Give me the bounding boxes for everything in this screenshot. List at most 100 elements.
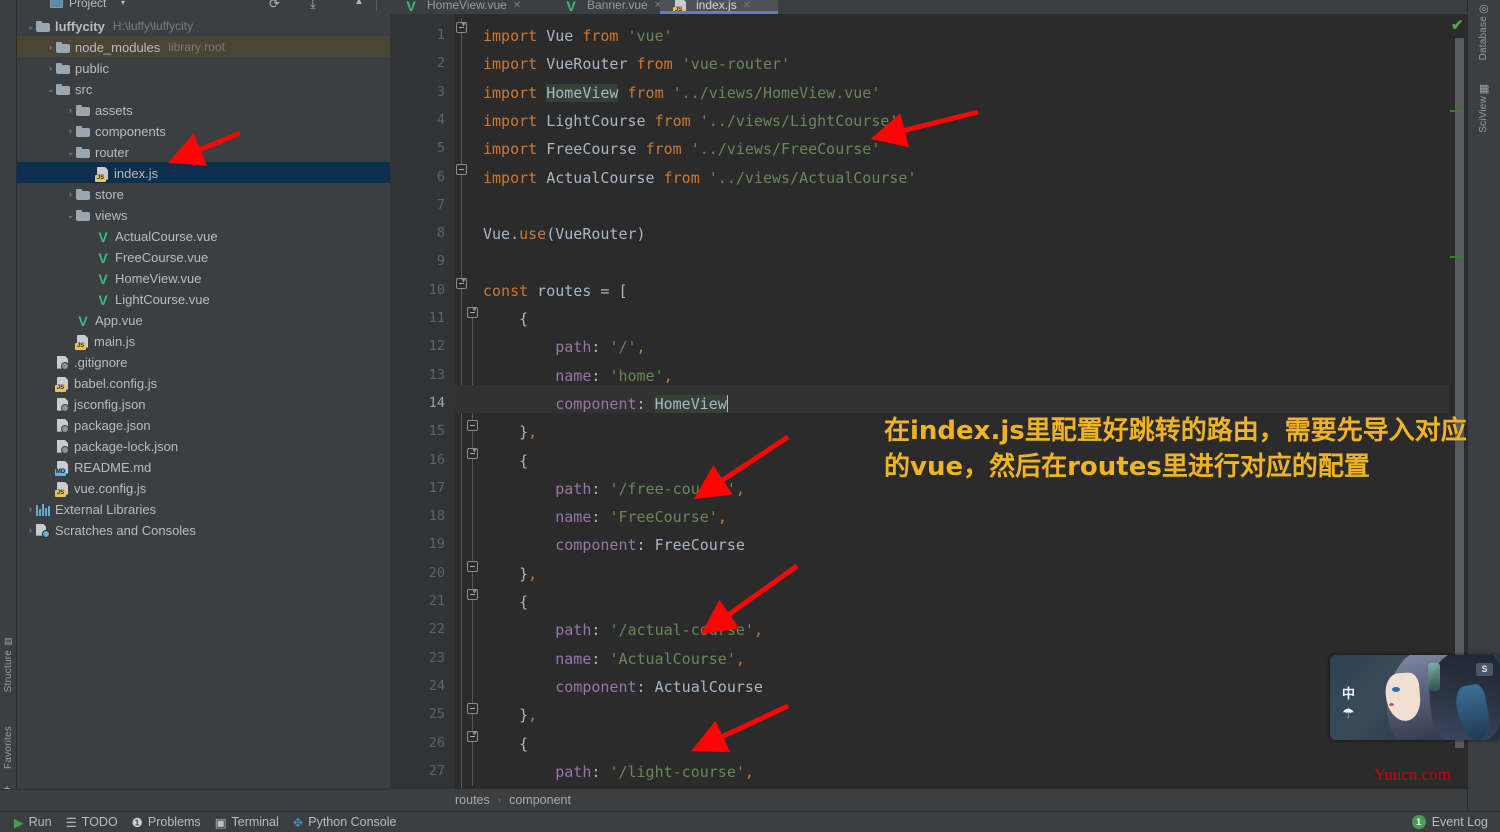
fold-collapse-icon[interactable] — [467, 307, 478, 318]
status-item-run[interactable]: ▶ Run — [14, 815, 52, 830]
fold-end-icon[interactable] — [467, 420, 478, 431]
tree-node-babel-config-js[interactable]: ·JSbabel.config.js — [17, 372, 390, 393]
tree-node-homeview-vue[interactable]: ·VHomeView.vue — [17, 267, 390, 288]
event-log-label[interactable]: Event Log — [1432, 815, 1488, 829]
code-line[interactable]: path: '/', — [483, 333, 646, 361]
chevron-right-icon[interactable]: › — [25, 499, 36, 520]
collapse-all-icon[interactable]: ⟳ — [269, 0, 280, 12]
tree-node-router[interactable]: ⌄router — [17, 141, 390, 162]
breadcrumb-item-routes[interactable]: routes — [455, 793, 490, 807]
tree-node-public[interactable]: ›public — [17, 57, 390, 78]
code-line[interactable]: name: 'home', — [483, 362, 673, 390]
tool-button-sciview[interactable]: SciView — [1478, 96, 1489, 133]
close-icon[interactable]: ✕ — [743, 0, 751, 11]
scroll-from-source-icon[interactable]: ▲ — [354, 0, 364, 7]
tree-node-jsconfig-json[interactable]: ·jsconfig.json — [17, 393, 390, 414]
fold-end-icon[interactable] — [456, 164, 467, 175]
code-line[interactable]: { — [483, 730, 528, 758]
code-line[interactable]: import Vue from 'vue' — [483, 22, 673, 50]
tree-node-actualcourse-vue[interactable]: ·VActualCourse.vue — [17, 225, 390, 246]
code-line[interactable]: path: '/light-course', — [483, 758, 754, 786]
tree-node-package-json[interactable]: ·package.json — [17, 414, 390, 435]
chevron-down-icon[interactable]: ⌄ — [65, 205, 76, 226]
code-line[interactable]: import HomeView from '../views/HomeView.… — [483, 79, 880, 107]
fold-end-icon[interactable] — [467, 703, 478, 714]
code-line[interactable]: path: '/free-course', — [483, 475, 745, 503]
tree-node-freecourse-vue[interactable]: ·VFreeCourse.vue — [17, 246, 390, 267]
tree-node-scratches-and-consoles[interactable]: ›Scratches and Consoles — [17, 519, 390, 540]
chevron-right-icon[interactable]: › — [45, 37, 56, 58]
code-text[interactable]: import Vue from 'vue'import VueRouter fr… — [483, 14, 1467, 789]
project-tree[interactable]: ⌄luffycityH:\luffy\luffycity›node_module… — [17, 15, 390, 540]
status-item-problems[interactable]: ❶ Problems — [132, 815, 201, 830]
tool-button-favorites[interactable]: Favorites — [3, 726, 14, 769]
status-item-terminal[interactable]: ▣ Terminal — [215, 815, 279, 830]
fold-collapse-icon[interactable] — [456, 22, 467, 33]
code-line[interactable]: }, — [483, 418, 537, 446]
tree-node-views[interactable]: ⌄views — [17, 204, 390, 225]
tree-node-vue-config-js[interactable]: ·JSvue.config.js — [17, 477, 390, 498]
code-line[interactable]: import VueRouter from 'vue-router' — [483, 50, 790, 78]
chevron-right-icon[interactable]: › — [65, 100, 76, 121]
code-line[interactable]: { — [483, 447, 528, 475]
code-line[interactable]: { — [483, 588, 528, 616]
tree-node-node-modules[interactable]: ›node_moduleslibrary root — [17, 36, 390, 57]
code-line[interactable]: component: FreeCourse — [483, 531, 745, 559]
tool-button-database[interactable]: Database — [1478, 16, 1489, 60]
ime-mouse-icon[interactable]: ☂ — [1342, 705, 1355, 722]
fold-collapse-icon[interactable] — [467, 589, 478, 600]
close-icon[interactable]: ✕ — [513, 0, 521, 11]
editor-tab-homeview-vue[interactable]: VHomeView.vue✕ — [390, 0, 550, 14]
breadcrumb-item-component[interactable]: component — [509, 793, 571, 807]
editor-scrollbar-thumb[interactable] — [1455, 38, 1464, 748]
fold-collapse-icon[interactable] — [467, 448, 478, 459]
tree-node-external-libraries[interactable]: ›External Libraries — [17, 498, 390, 519]
code-line[interactable]: component: HomeView — [483, 390, 728, 418]
chevron-right-icon[interactable]: › — [45, 58, 56, 79]
tree-node-lightcourse-vue[interactable]: ·VLightCourse.vue — [17, 288, 390, 309]
tree-node-main-js[interactable]: ·JSmain.js — [17, 330, 390, 351]
chevron-right-icon[interactable]: › — [25, 520, 36, 541]
ime-floating-widget[interactable]: S 中 ☂ — [1330, 655, 1500, 740]
chevron-down-icon[interactable]: ▾ — [121, 0, 125, 7]
code-line[interactable]: component: ActualCourse — [483, 673, 763, 701]
status-item-python-console[interactable]: ✥ Python Console — [293, 815, 397, 830]
chevron-down-icon[interactable]: ⌄ — [65, 142, 76, 163]
breadcrumb[interactable]: routes › component — [390, 789, 1467, 811]
code-line[interactable]: import FreeCourse from '../views/FreeCou… — [483, 135, 880, 163]
chevron-down-icon[interactable]: ⌄ — [25, 16, 36, 37]
fold-end-icon[interactable] — [467, 561, 478, 572]
chevron-down-icon[interactable]: ⌄ — [45, 79, 56, 100]
expand-all-icon[interactable]: ⤓ — [310, 0, 316, 12]
code-line[interactable]: Vue.use(VueRouter) — [483, 220, 646, 248]
code-line[interactable]: name: 'FreeCourse', — [483, 503, 727, 531]
tree-node-src[interactable]: ⌄src — [17, 78, 390, 99]
tree-node-gitignore[interactable]: ·.gitignore — [17, 351, 390, 372]
tree-node-package-lock-json[interactable]: ·package-lock.json — [17, 435, 390, 456]
tree-node-luffycity[interactable]: ⌄luffycityH:\luffy\luffycity — [17, 15, 390, 36]
tree-node-index-js[interactable]: ·JSindex.js — [17, 162, 390, 183]
status-item-todo[interactable]: ☰ TODO — [66, 815, 118, 830]
code-line[interactable]: }, — [483, 560, 537, 588]
editor-tab-bar[interactable]: VHomeView.vue✕VBanner.vue✕JSindex.js✕ — [390, 0, 1467, 14]
code-line[interactable]: name: 'ActualCourse', — [483, 645, 745, 673]
editor-tab-index-js[interactable]: JSindex.js✕ — [660, 0, 778, 14]
tree-node-app-vue[interactable]: ·VApp.vue — [17, 309, 390, 330]
code-line[interactable]: }, — [483, 701, 537, 729]
code-line[interactable]: path: '/actual-course', — [483, 616, 763, 644]
tree-node-components[interactable]: ›components — [17, 120, 390, 141]
fold-collapse-icon[interactable] — [456, 278, 467, 289]
tool-button-structure[interactable]: Structure — [3, 650, 14, 692]
code-line[interactable]: import ActualCourse from '../views/Actua… — [483, 164, 917, 192]
tree-node-store[interactable]: ›store — [17, 183, 390, 204]
chevron-right-icon[interactable]: › — [65, 121, 76, 142]
code-line[interactable]: { — [483, 305, 528, 333]
code-line[interactable]: const routes = [ — [483, 277, 628, 305]
chevron-right-icon[interactable]: › — [65, 184, 76, 205]
code-line[interactable]: import LightCourse from '../views/LightC… — [483, 107, 898, 135]
editor-tab-banner-vue[interactable]: VBanner.vue✕ — [550, 0, 660, 14]
fold-collapse-icon[interactable] — [467, 731, 478, 742]
tree-node-readme-md[interactable]: ·MDREADME.md — [17, 456, 390, 477]
tree-node-assets[interactable]: ›assets — [17, 99, 390, 120]
ime-mode-indicator[interactable]: 中 — [1342, 683, 1355, 702]
